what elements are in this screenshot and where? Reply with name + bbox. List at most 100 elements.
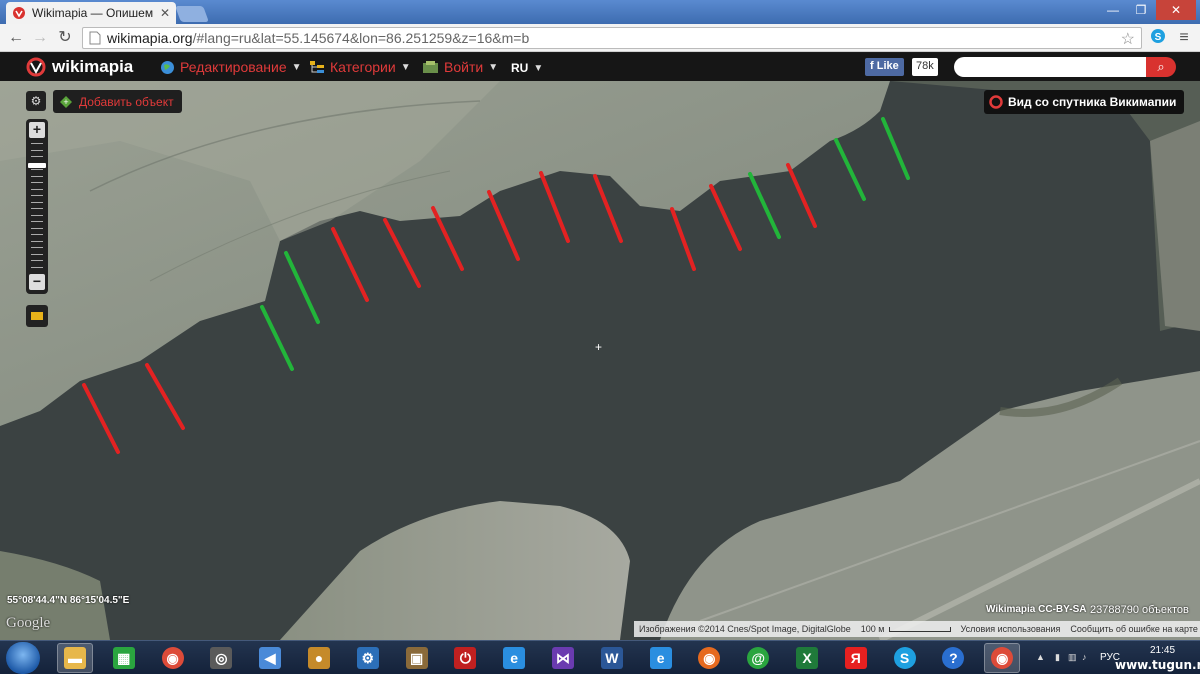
taskbar-mail-ru-icon[interactable]: @ bbox=[740, 643, 776, 673]
bookmark-star-icon[interactable]: ☆ bbox=[1121, 29, 1135, 49]
red-shore-marker bbox=[487, 190, 520, 261]
power-icon: ⏻ bbox=[454, 647, 477, 669]
windows-taskbar: ▬ ▦ ◉ ◎ ◀ ● ⚙ ▣ ⏻ e ⋈ We ◉ @ X Я S? ◉ ▲ ▮ ▥ ♪ РУС 21:45 w… bbox=[0, 640, 1200, 674]
satellite-map[interactable]: + ⚙ + Добавить объект + − Вид со спутник… bbox=[0, 81, 1200, 640]
zoom-tick bbox=[31, 253, 43, 255]
game-icon: ▣ bbox=[405, 647, 428, 669]
red-shore-marker bbox=[145, 363, 185, 430]
tray-network-icon[interactable]: ▥ bbox=[1068, 652, 1078, 662]
facebook-like-label: Like bbox=[876, 60, 899, 72]
license-label[interactable]: Wikimapia CC-BY-SA bbox=[986, 604, 1086, 615]
zoom-tick bbox=[31, 188, 43, 190]
taskbar-word-icon[interactable]: W bbox=[594, 643, 630, 673]
taskbar-explorer-icon[interactable]: ▬ bbox=[57, 643, 93, 673]
language-selector[interactable]: RU ▼ bbox=[511, 61, 543, 75]
reload-icon[interactable]: ↻ bbox=[55, 28, 75, 48]
taskbar-volume-icon[interactable]: ◀ bbox=[252, 643, 288, 673]
new-tab-button[interactable] bbox=[175, 6, 209, 22]
tray-volume-icon[interactable]: ♪ bbox=[1082, 652, 1092, 662]
zoom-out-button[interactable]: − bbox=[29, 274, 45, 290]
imagery-attribution: Изображения ©2014 Cnes/Spot Image, Digit… bbox=[639, 624, 851, 634]
taskbar-skype-icon[interactable]: S bbox=[887, 643, 923, 673]
url-domain: wikimapia.org bbox=[107, 30, 193, 46]
back-arrow-icon[interactable]: ← bbox=[6, 28, 26, 48]
red-shore-marker bbox=[670, 207, 696, 271]
chrome-icon: ◉ bbox=[161, 647, 184, 669]
red-shore-marker bbox=[593, 174, 623, 243]
taskbar-webcam-icon[interactable]: ● bbox=[301, 643, 337, 673]
taskbar-chrome-icon[interactable]: ◉ bbox=[155, 643, 191, 673]
search-input[interactable] bbox=[954, 57, 1146, 77]
forward-arrow-icon[interactable]: → bbox=[30, 28, 50, 48]
zoom-slider-thumb[interactable] bbox=[28, 163, 46, 168]
taskbar-tool-icon[interactable]: ⚙ bbox=[350, 643, 386, 673]
zoom-tick bbox=[31, 214, 43, 216]
menu-login[interactable]: Войти ▼ bbox=[422, 59, 498, 75]
word-icon: W bbox=[600, 647, 623, 669]
facebook-icon: f bbox=[870, 60, 877, 72]
tray-expand-icon[interactable]: ▲ bbox=[1036, 652, 1046, 662]
red-shore-marker bbox=[383, 218, 421, 288]
red-shore-marker bbox=[539, 171, 570, 243]
settings-button[interactable]: ⚙ bbox=[26, 91, 46, 111]
tab-close-icon[interactable]: ✕ bbox=[160, 6, 170, 20]
menu-edit-label: Редактирование bbox=[180, 59, 287, 75]
green-shore-marker bbox=[260, 305, 294, 371]
satellite-view-button[interactable]: Вид со спутника Викимапии bbox=[984, 90, 1185, 114]
green-shore-marker bbox=[748, 172, 781, 239]
attribution-bar: Изображения ©2014 Cnes/Spot Image, Digit… bbox=[634, 621, 1200, 637]
ruler-button[interactable] bbox=[26, 305, 48, 327]
browser-tab[interactable]: Wikimapia — Опишем ве ✕ bbox=[6, 2, 176, 24]
report-error-link[interactable]: Сообщить об ошибке на карте bbox=[1065, 624, 1200, 634]
skype-extension-icon[interactable]: S bbox=[1148, 28, 1168, 48]
green-shore-marker bbox=[284, 251, 320, 324]
taskbar-help-icon[interactable]: ? bbox=[935, 643, 971, 673]
window-maximize-button[interactable]: ❐ bbox=[1128, 0, 1154, 20]
menu-edit[interactable]: Редактирование ▼ bbox=[160, 59, 302, 75]
svg-text:+: + bbox=[63, 97, 68, 107]
window-close-button[interactable]: ✕ bbox=[1156, 0, 1196, 20]
tray-clock[interactable]: 21:45 bbox=[1150, 645, 1175, 656]
volume-icon: ◀ bbox=[259, 647, 282, 669]
crosshair-icon: + bbox=[595, 340, 603, 354]
taskbar-ie-icon[interactable]: e bbox=[643, 643, 679, 673]
menu-categories[interactable]: Категории ▼ bbox=[309, 59, 411, 75]
yandex-icon: Я bbox=[844, 647, 867, 669]
wikimapia-header: wikimapia Редактирование ▼ Категории ▼ Вой… bbox=[0, 53, 1200, 81]
search-button[interactable]: ⌕ bbox=[1146, 57, 1176, 77]
scale-line bbox=[888, 626, 951, 632]
add-object-icon: + bbox=[60, 95, 72, 108]
zoom-control[interactable]: + − bbox=[26, 119, 48, 294]
window-minimize-button[interactable]: — bbox=[1100, 0, 1126, 20]
watermark: www.tugun.ru bbox=[1115, 658, 1200, 672]
search-icon: ⌕ bbox=[1157, 59, 1165, 74]
gear-icon: ⚙ bbox=[30, 94, 42, 108]
taskbar-speaker-icon[interactable]: ◎ bbox=[203, 643, 239, 673]
tray-device-icon[interactable]: ▮ bbox=[1055, 652, 1065, 662]
taskbar-visual-studio-icon[interactable]: ⋈ bbox=[545, 643, 581, 673]
taskbar-store-icon[interactable]: ▦ bbox=[106, 643, 142, 673]
red-shore-marker bbox=[709, 184, 742, 251]
zoom-tick bbox=[31, 201, 43, 203]
excel-icon: X bbox=[796, 647, 818, 669]
taskbar-chrome-icon[interactable]: ◉ bbox=[984, 643, 1021, 673]
taskbar-excel-icon[interactable]: X bbox=[789, 643, 825, 673]
add-object-button[interactable]: + Добавить объект bbox=[53, 90, 182, 113]
wikimapia-logo-icon bbox=[989, 95, 1003, 109]
taskbar-game-icon[interactable]: ▣ bbox=[399, 643, 435, 673]
add-object-label: Добавить объект bbox=[79, 94, 174, 109]
start-button[interactable] bbox=[6, 642, 40, 674]
red-shore-marker bbox=[786, 163, 817, 228]
terms-link[interactable]: Условия использования bbox=[956, 624, 1066, 634]
taskbar-power-icon[interactable]: ⏻ bbox=[447, 643, 483, 673]
menu-icon[interactable]: ≡ bbox=[1174, 28, 1194, 48]
taskbar-firefox-icon[interactable]: ◉ bbox=[691, 643, 727, 673]
wikimapia-logo-icon bbox=[26, 57, 46, 77]
taskbar-ie-icon[interactable]: e bbox=[496, 643, 532, 673]
zoom-in-button[interactable]: + bbox=[29, 122, 45, 138]
facebook-like-button[interactable]: f Like bbox=[865, 58, 904, 76]
address-bar[interactable]: wikimapia.org/#lang=ru&lat=55.145674&lon… bbox=[82, 27, 1142, 49]
wikimapia-logo[interactable]: wikimapia bbox=[26, 57, 133, 77]
caret-down-icon: ▼ bbox=[400, 61, 411, 73]
taskbar-yandex-icon[interactable]: Я bbox=[838, 643, 874, 673]
